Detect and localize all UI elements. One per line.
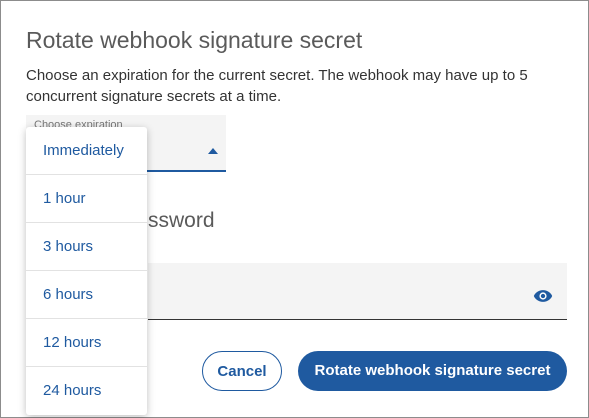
expiration-option-3-hours[interactable]: 3 hours [26,223,147,271]
expiration-option-6-hours[interactable]: 6 hours [26,271,147,319]
caret-up-icon [208,148,218,154]
eye-icon[interactable] [533,289,553,303]
expiration-dropdown-menu: Immediately 1 hour 3 hours 6 hours 12 ho… [26,127,147,415]
expiration-option-12-hours[interactable]: 12 hours [26,319,147,367]
dialog-description: Choose an expiration for the current sec… [26,67,528,105]
expiration-option-24-hours[interactable]: 24 hours [26,367,147,415]
password-heading: ssword [148,209,215,232]
password-field[interactable] [148,263,567,320]
rotate-secret-dialog: Rotate webhook signature secret Choose a… [0,0,589,418]
dialog-title: Rotate webhook signature secret [26,27,363,53]
cancel-button[interactable]: Cancel [202,351,282,391]
expiration-option-immediately[interactable]: Immediately [26,127,147,175]
rotate-secret-button[interactable]: Rotate webhook signature secret [298,351,567,391]
expiration-option-1-hour[interactable]: 1 hour [26,175,147,223]
